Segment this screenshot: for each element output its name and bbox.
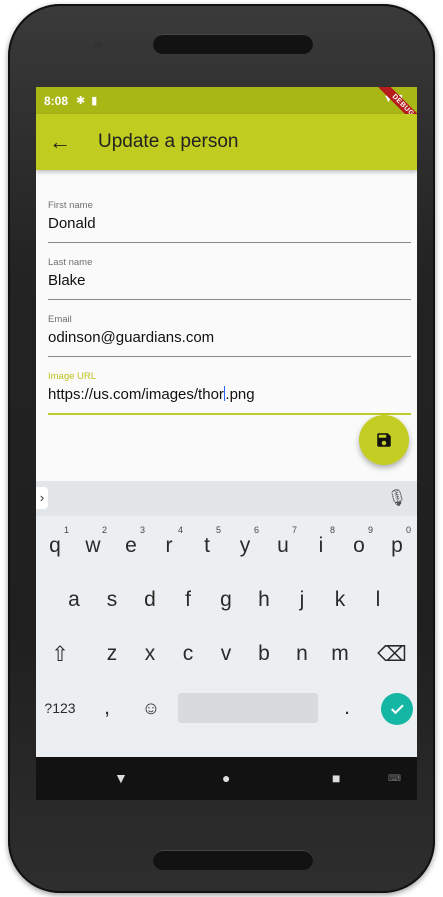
email-label: Email <box>48 314 72 325</box>
app-bar: ← Update a person <box>36 114 417 170</box>
save-button[interactable] <box>359 415 409 465</box>
field-underline <box>48 242 411 243</box>
nav-back-icon[interactable]: ▼ <box>114 770 128 786</box>
enter-button[interactable] <box>381 693 413 725</box>
last-name-input[interactable]: Blake <box>48 272 86 289</box>
email-input[interactable]: odinson@guardians.com <box>48 329 214 346</box>
image-url-text-after: .png <box>225 386 255 403</box>
key-b[interactable]: b <box>245 627 283 681</box>
soft-keyboard: › 🎙 q1 w2 e3 r4 t5 y6 u7 i8 o9 p0 a s d … <box>36 481 417 757</box>
key-p[interactable]: p0 <box>378 519 416 573</box>
key-s[interactable]: s <box>93 573 131 627</box>
image-url-field[interactable]: Image URL https://us.com/images/thor .png <box>48 365 411 422</box>
keyboard-switch-icon[interactable]: ⌨ <box>388 773 401 784</box>
screen: 8:08 ✱ ▮ ▼ ▮ DEBUG ← Update a person Fir… <box>36 87 417 800</box>
symbols-key[interactable]: ?123 <box>36 681 84 735</box>
image-url-label: Image URL <box>48 371 97 382</box>
navigation-bar: ▼ ● ■ ⌨ <box>36 757 417 800</box>
status-bar: 8:08 ✱ ▮ ▼ ▮ DEBUG <box>36 87 417 132</box>
key-w[interactable]: w2 <box>74 519 112 573</box>
key-l[interactable]: l <box>359 573 397 627</box>
key-z[interactable]: z <box>93 627 131 681</box>
key-comma[interactable]: , <box>92 681 122 735</box>
bottom-speaker <box>153 850 313 870</box>
keyboard-row-4: ?123 , ☺ . <box>36 681 417 735</box>
suggestion-strip: › 🎙 <box>36 481 417 516</box>
image-url-input[interactable]: https://us.com/images/thor .png <box>48 386 255 403</box>
page-title: Update a person <box>98 131 239 152</box>
microphone-icon[interactable]: 🎙 <box>387 488 407 508</box>
person-form: First name Donald Last name Blake Email … <box>48 194 411 422</box>
email-field[interactable]: Email odinson@guardians.com <box>48 308 411 365</box>
field-underline-focused <box>48 413 411 415</box>
sim-card-icon: ▮ <box>91 95 98 107</box>
settings-icon: ✱ <box>76 95 86 107</box>
save-icon <box>377 433 391 447</box>
key-c[interactable]: c <box>169 627 207 681</box>
keyboard-row-3: ⇧ z x c v b n m ⌫ <box>36 627 417 681</box>
chevron-right-icon[interactable]: › <box>36 487 48 509</box>
key-v[interactable]: v <box>207 627 245 681</box>
key-k[interactable]: k <box>321 573 359 627</box>
backspace-icon[interactable]: ⌫ <box>371 627 413 681</box>
key-t[interactable]: t5 <box>188 519 226 573</box>
keyboard-row-2: a s d f g h j k l <box>36 573 417 627</box>
key-a[interactable]: a <box>55 573 93 627</box>
key-m[interactable]: m <box>321 627 359 681</box>
key-period[interactable]: . <box>332 681 362 735</box>
first-name-field[interactable]: First name Donald <box>48 194 411 251</box>
key-j[interactable]: j <box>283 573 321 627</box>
image-url-text-before: https://us.com/images/thor <box>48 386 224 403</box>
status-time: 8:08 <box>44 93 69 108</box>
back-arrow-icon[interactable]: ← <box>40 129 80 155</box>
key-n[interactable]: n <box>283 627 321 681</box>
key-y[interactable]: y6 <box>226 519 264 573</box>
field-underline <box>48 356 411 357</box>
emoji-icon[interactable]: ☺ <box>132 681 170 735</box>
check-icon <box>391 704 404 715</box>
last-name-field[interactable]: Last name Blake <box>48 251 411 308</box>
last-name-label: Last name <box>48 257 93 268</box>
first-name-label: First name <box>48 200 93 211</box>
field-underline <box>48 299 411 300</box>
nav-recents-icon[interactable]: ■ <box>332 770 340 786</box>
shift-icon[interactable]: ⇧ <box>36 627 84 681</box>
key-g[interactable]: g <box>207 573 245 627</box>
key-r[interactable]: r4 <box>150 519 188 573</box>
key-u[interactable]: u7 <box>264 519 302 573</box>
space-bar[interactable] <box>178 693 318 723</box>
first-name-input[interactable]: Donald <box>48 215 96 232</box>
key-e[interactable]: e3 <box>112 519 150 573</box>
keyboard-row-1: q1 w2 e3 r4 t5 y6 u7 i8 o9 p0 <box>36 519 417 573</box>
key-d[interactable]: d <box>131 573 169 627</box>
key-q[interactable]: q1 <box>36 519 74 573</box>
key-i[interactable]: i8 <box>302 519 340 573</box>
nav-home-icon[interactable]: ● <box>222 770 230 786</box>
key-f[interactable]: f <box>169 573 207 627</box>
key-h[interactable]: h <box>245 573 283 627</box>
key-o[interactable]: o9 <box>340 519 378 573</box>
front-camera <box>94 41 102 49</box>
key-x[interactable]: x <box>131 627 169 681</box>
top-speaker <box>153 34 313 54</box>
